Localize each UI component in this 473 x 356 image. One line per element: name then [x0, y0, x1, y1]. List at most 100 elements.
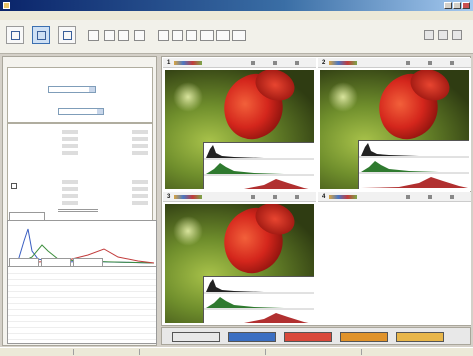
pane-number: 2 — [322, 60, 326, 66]
pane-control-2[interactable] — [428, 61, 432, 65]
histogram-overlay — [358, 140, 469, 189]
pane-control-3[interactable] — [295, 61, 299, 65]
table-row — [8, 329, 156, 334]
tab-info-1[interactable] — [9, 258, 39, 266]
toolbar-button-print[interactable] — [88, 30, 99, 41]
pane-control-2[interactable] — [428, 195, 432, 199]
stats-block-2 — [82, 128, 150, 166]
toolbar-button-zoom[interactable] — [186, 30, 197, 41]
pane-header: 1 — [163, 58, 316, 68]
pane-control-1[interactable] — [251, 195, 255, 199]
pane-control-2[interactable] — [273, 61, 277, 65]
left-panel — [2, 56, 157, 346]
pane-control-1[interactable] — [251, 61, 255, 65]
histogram-option-checkbox[interactable] — [11, 183, 17, 189]
status-bar — [0, 347, 473, 356]
pane-header: 2 — [318, 58, 471, 68]
menu-item-1[interactable] — [5, 13, 15, 18]
toolbar-button-zoom-full[interactable] — [232, 30, 246, 41]
tab-2[interactable] — [228, 332, 276, 342]
table-row — [8, 311, 156, 316]
status-cell-2 — [80, 349, 140, 355]
pane-header: 3 — [163, 192, 316, 202]
toolbar-button-zoom-fit[interactable] — [200, 30, 214, 41]
table-row — [8, 275, 156, 280]
pane-control-3[interactable] — [295, 195, 299, 199]
table-row — [8, 323, 156, 328]
toolbar-button-hand-tool[interactable] — [158, 30, 169, 41]
toolbar-button-layout-1[interactable] — [6, 26, 24, 44]
table-row — [8, 287, 156, 292]
single-view-icon — [11, 31, 20, 40]
table-row — [8, 269, 156, 274]
maximize-button[interactable] — [453, 2, 461, 9]
color-tab-bar — [161, 327, 471, 345]
menu-bar — [0, 11, 473, 20]
tab-1[interactable] — [172, 332, 220, 342]
color-label-swatch — [174, 61, 202, 65]
toolbar-button-option-2[interactable] — [438, 30, 448, 40]
pane-control-3[interactable] — [450, 195, 454, 199]
toolbar-button-rotate-left[interactable] — [104, 30, 115, 41]
toolbar-button-delete[interactable] — [134, 30, 145, 41]
minimize-button[interactable] — [444, 2, 452, 9]
viewer-pane-4[interactable]: 4 — [318, 192, 471, 325]
tab-info-3[interactable] — [73, 258, 103, 266]
stats-block-1 — [12, 128, 80, 166]
pane-number: 4 — [322, 194, 326, 200]
toolbar-button-select-tool[interactable] — [172, 30, 183, 41]
color-label-swatch — [329, 61, 357, 65]
chevron-down-icon — [89, 87, 95, 92]
pane-control-2[interactable] — [273, 195, 277, 199]
toolbar-button-option-1[interactable] — [424, 30, 434, 40]
toolbar-button-rotate-right[interactable] — [118, 30, 129, 41]
toolbar-button-layout-3[interactable] — [58, 26, 76, 44]
pane-header: 4 — [318, 192, 471, 202]
channel-select[interactable] — [58, 108, 104, 115]
photo-red-leaf — [320, 70, 469, 189]
color-label-swatch — [329, 195, 357, 199]
tab-5[interactable] — [396, 332, 444, 342]
toolbar-button-option-3[interactable] — [452, 30, 462, 40]
histogram-overlay — [203, 142, 314, 189]
pane-control-3[interactable] — [450, 61, 454, 65]
toolbar — [0, 20, 473, 54]
pane-control-1[interactable] — [406, 195, 410, 199]
table-row — [8, 293, 156, 298]
display-mode-select[interactable] — [48, 86, 96, 93]
status-cell-4 — [272, 349, 362, 355]
table-row — [8, 299, 156, 304]
pane-control-1[interactable] — [406, 61, 410, 65]
table-row — [8, 281, 156, 286]
viewer-pane-1[interactable]: 1 — [163, 58, 316, 191]
photo-red-leaf — [165, 204, 314, 323]
histogram-overlay — [203, 276, 314, 323]
pane-number: 1 — [167, 60, 171, 66]
status-cell-3 — [146, 349, 266, 355]
window-controls — [444, 2, 470, 9]
panel-splitter[interactable] — [58, 209, 98, 212]
empty-pane — [320, 204, 469, 323]
grid-view-icon — [37, 31, 46, 40]
close-button[interactable] — [462, 2, 470, 9]
display-settings-box — [7, 67, 153, 123]
color-label-swatch — [174, 195, 202, 199]
tab-info-2[interactable] — [41, 258, 71, 266]
compare-view-icon — [63, 31, 72, 40]
tab-3[interactable] — [284, 332, 332, 342]
pane-number: 3 — [167, 194, 171, 200]
menu-item-4[interactable] — [59, 13, 69, 18]
menu-item-3[interactable] — [41, 13, 51, 18]
toolbar-button-layout-2[interactable] — [32, 26, 50, 44]
chevron-down-icon — [97, 109, 103, 114]
menu-item-2[interactable] — [23, 13, 33, 18]
tab-histogram[interactable] — [9, 212, 45, 220]
app-icon — [3, 2, 10, 9]
tab-4[interactable] — [340, 332, 388, 342]
table-row — [8, 335, 156, 340]
viewer-pane-2[interactable]: 2 — [318, 58, 471, 191]
table-row — [8, 317, 156, 322]
title-bar — [0, 0, 473, 11]
viewer-pane-3[interactable]: 3 — [163, 192, 316, 325]
toolbar-button-zoom-actual[interactable] — [216, 30, 230, 41]
